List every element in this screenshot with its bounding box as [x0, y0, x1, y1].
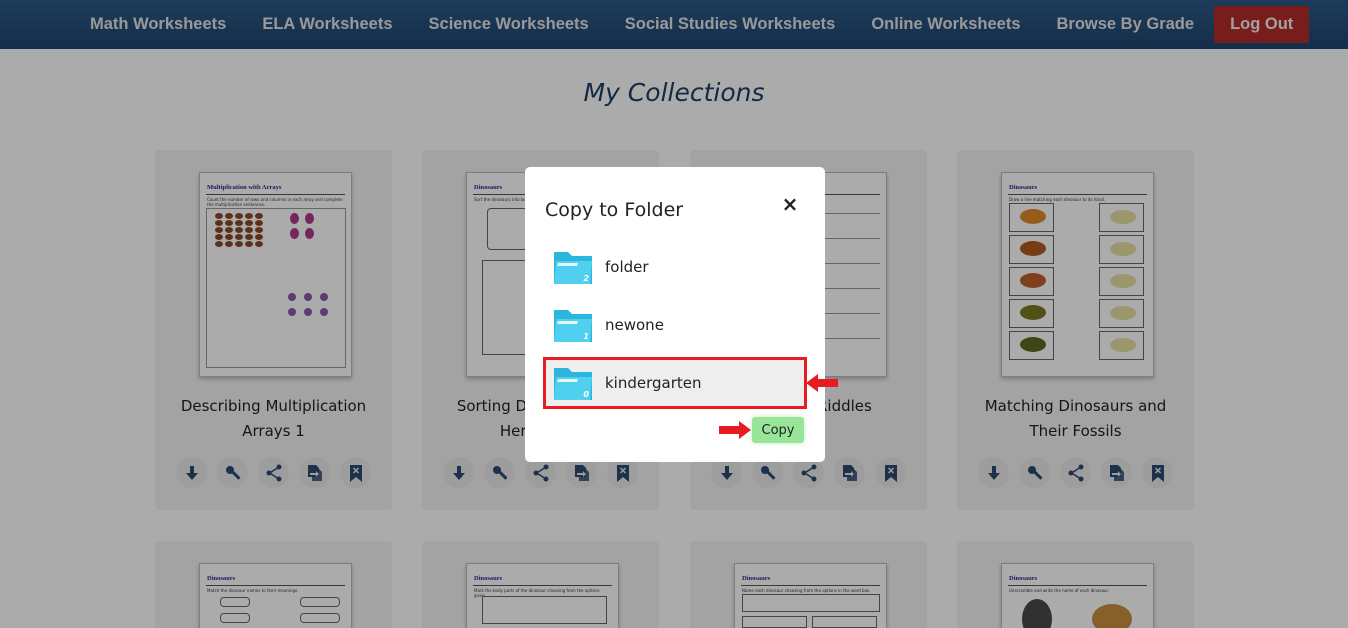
annotation-arrow-right-icon [719, 421, 751, 439]
folder-name: folder [605, 258, 649, 276]
copy-button[interactable]: Copy [752, 417, 804, 443]
folder-icon: 2 [554, 250, 594, 284]
annotation-arrow-left-icon [806, 374, 838, 392]
folder-name: newone [605, 316, 664, 334]
folder-item-count: 0 [583, 390, 589, 399]
folder-item-folder[interactable]: 2 folder [545, 243, 805, 291]
folder-name: kindergarten [605, 374, 702, 392]
folder-icon: 0 [554, 366, 594, 400]
folder-item-kindergarten[interactable]: 0 kindergarten [543, 357, 807, 409]
close-icon[interactable]: × [781, 192, 799, 216]
folder-item-count: 2 [583, 274, 589, 283]
dialog-title: Copy to Folder [545, 199, 684, 221]
folder-item-newone[interactable]: 1 newone [545, 301, 805, 349]
copy-to-folder-dialog: Copy to Folder × 2 folder 1 newone 0 kinderga… [525, 167, 825, 462]
folder-icon: 1 [554, 308, 594, 342]
folder-item-count: 1 [583, 332, 589, 341]
